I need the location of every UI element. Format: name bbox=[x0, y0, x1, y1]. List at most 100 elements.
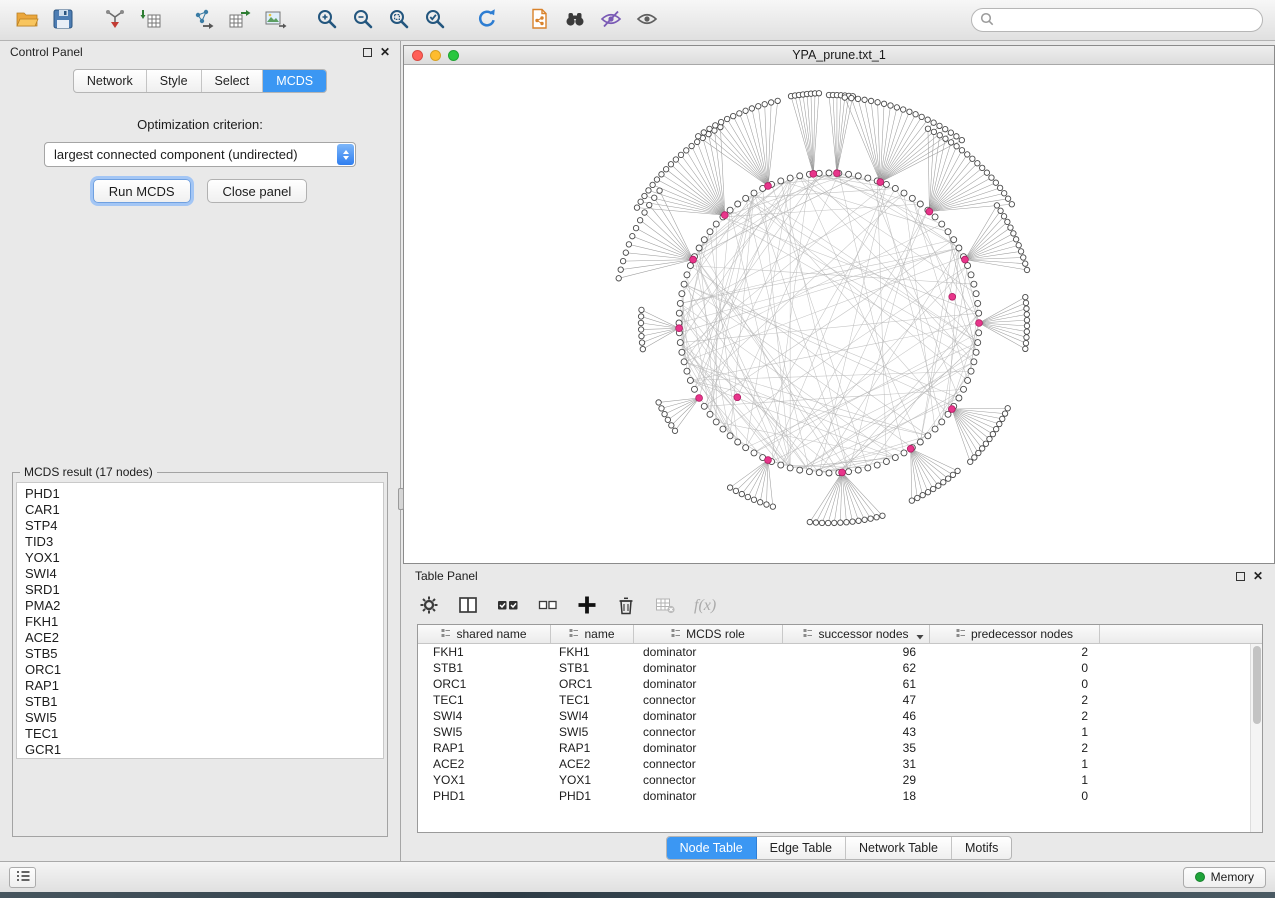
table-toolbar: f(x) bbox=[403, 588, 1275, 624]
table-cell: 0 bbox=[930, 789, 1100, 803]
refresh-view-button[interactable] bbox=[472, 5, 502, 35]
result-item[interactable]: STB5 bbox=[25, 646, 383, 662]
save-session-button[interactable] bbox=[48, 5, 78, 35]
function-builder-button[interactable]: f(x) bbox=[694, 597, 716, 615]
optimization-criterion-dropdown[interactable]: largest connected component (undirected) bbox=[44, 142, 356, 167]
delete-entry-button[interactable] bbox=[616, 595, 636, 618]
result-item[interactable]: GCR1 bbox=[25, 742, 383, 758]
table-cell: SWI4 bbox=[551, 709, 634, 723]
float-table-panel-icon[interactable] bbox=[1236, 572, 1245, 581]
result-item[interactable]: TID3 bbox=[25, 534, 383, 550]
tab-edge-table[interactable]: Edge Table bbox=[757, 837, 846, 859]
table-cell: 1 bbox=[930, 773, 1100, 787]
tab-mcds[interactable]: MCDS bbox=[263, 70, 326, 92]
import-network-button[interactable] bbox=[100, 5, 130, 35]
show-graphics-details-button[interactable] bbox=[632, 5, 662, 35]
table-panel: Table Panel ✕ f(x) bbox=[403, 564, 1275, 861]
panel-splitter-handle[interactable] bbox=[398, 488, 404, 510]
deselect-all-button[interactable] bbox=[538, 595, 558, 618]
result-item[interactable]: RAP1 bbox=[25, 678, 383, 694]
tab-network-table[interactable]: Network Table bbox=[846, 837, 952, 859]
result-item[interactable]: STP4 bbox=[25, 518, 383, 534]
table-cell: SWI4 bbox=[418, 709, 551, 723]
table-row[interactable]: TEC1TEC1connector472 bbox=[418, 692, 1250, 708]
show-panels-button[interactable] bbox=[9, 867, 36, 888]
network-document-button[interactable] bbox=[524, 5, 554, 35]
table-cell: connector bbox=[634, 773, 783, 787]
table-cell: TEC1 bbox=[551, 693, 634, 707]
run-mcds-button[interactable]: Run MCDS bbox=[93, 179, 191, 203]
tab-node-table[interactable]: Node Table bbox=[667, 837, 757, 859]
table-cell: RAP1 bbox=[418, 741, 551, 755]
network-window-titlebar: YPA_prune.txt_1 bbox=[404, 46, 1274, 65]
table-row[interactable]: RAP1RAP1dominator352 bbox=[418, 740, 1250, 756]
table-cell: 18 bbox=[783, 789, 930, 803]
table-row[interactable]: FKH1FKH1dominator962 bbox=[418, 644, 1250, 660]
result-item[interactable]: SRD1 bbox=[25, 582, 383, 598]
result-item[interactable]: SWI5 bbox=[25, 710, 383, 726]
zoom-selected-button[interactable] bbox=[420, 5, 450, 35]
result-item[interactable]: PMA2 bbox=[25, 598, 383, 614]
table-row[interactable]: SWI5SWI5connector431 bbox=[418, 724, 1250, 740]
tab-select[interactable]: Select bbox=[202, 70, 264, 92]
zoom-out-icon bbox=[351, 7, 375, 34]
table-row[interactable]: PHD1PHD1dominator180 bbox=[418, 788, 1250, 804]
result-item[interactable]: TEC1 bbox=[25, 726, 383, 742]
export-network-button[interactable] bbox=[188, 5, 218, 35]
table-scrollbar[interactable] bbox=[1250, 644, 1262, 832]
result-item[interactable]: FKH1 bbox=[25, 614, 383, 630]
result-item[interactable]: ACE2 bbox=[25, 630, 383, 646]
float-panel-icon[interactable] bbox=[363, 48, 372, 57]
memory-button[interactable]: Memory bbox=[1183, 867, 1266, 888]
table-cell: connector bbox=[634, 725, 783, 739]
table-row[interactable]: YOX1YOX1connector291 bbox=[418, 772, 1250, 788]
close-table-panel-icon[interactable]: ✕ bbox=[1253, 570, 1263, 582]
result-item[interactable]: YOX1 bbox=[25, 550, 383, 566]
table-row[interactable]: ORC1ORC1dominator610 bbox=[418, 676, 1250, 692]
search-box[interactable] bbox=[971, 8, 1263, 32]
table-row[interactable]: ACE2ACE2connector311 bbox=[418, 756, 1250, 772]
add-entry-button[interactable] bbox=[577, 595, 597, 618]
tab-network[interactable]: Network bbox=[74, 70, 147, 92]
clear-table-button[interactable] bbox=[655, 595, 675, 618]
result-item[interactable]: CAR1 bbox=[25, 502, 383, 518]
table-scrollbar-thumb[interactable] bbox=[1253, 646, 1261, 724]
column-header-shared-name[interactable]: shared name bbox=[418, 625, 551, 643]
tab-style[interactable]: Style bbox=[147, 70, 202, 92]
close-panel-button[interactable]: Close panel bbox=[207, 179, 308, 203]
result-item[interactable]: SWI4 bbox=[25, 566, 383, 582]
result-item[interactable]: STB1 bbox=[25, 694, 383, 710]
table-cell: connector bbox=[634, 693, 783, 707]
column-layout-button[interactable] bbox=[458, 595, 478, 618]
zoom-fit-button[interactable] bbox=[384, 5, 414, 35]
tab-motifs[interactable]: Motifs bbox=[952, 837, 1011, 859]
sort-icon bbox=[803, 627, 813, 641]
chevron-down-icon[interactable] bbox=[915, 630, 925, 644]
column-header-predecessor-nodes[interactable]: predecessor nodes bbox=[930, 625, 1100, 643]
clear-table-icon bbox=[655, 595, 675, 618]
zoom-in-button[interactable] bbox=[312, 5, 342, 35]
zoom-out-button[interactable] bbox=[348, 5, 378, 35]
column-header-filler bbox=[1100, 625, 1262, 643]
column-header-name[interactable]: name bbox=[551, 625, 634, 643]
result-item[interactable]: ORC1 bbox=[25, 662, 383, 678]
search-input[interactable] bbox=[999, 13, 1254, 27]
column-header-mcds-role[interactable]: MCDS role bbox=[634, 625, 783, 643]
export-image-button[interactable] bbox=[260, 5, 290, 35]
open-file-button[interactable] bbox=[12, 5, 42, 35]
table-settings-button[interactable] bbox=[419, 595, 439, 618]
close-panel-icon[interactable]: ✕ bbox=[380, 46, 390, 58]
select-all-button[interactable] bbox=[497, 595, 519, 618]
network-canvas[interactable] bbox=[404, 65, 1274, 563]
export-table-button[interactable] bbox=[224, 5, 254, 35]
import-table-button[interactable] bbox=[136, 5, 166, 35]
hide-graphics-details-button[interactable] bbox=[596, 5, 626, 35]
table-row[interactable]: SWI4SWI4dominator462 bbox=[418, 708, 1250, 724]
table-row[interactable]: STB1STB1dominator620 bbox=[418, 660, 1250, 676]
result-item[interactable]: PHD1 bbox=[25, 486, 383, 502]
column-header-successor-nodes[interactable]: successor nodes bbox=[783, 625, 930, 643]
search-network-button[interactable] bbox=[560, 5, 590, 35]
memory-label: Memory bbox=[1211, 870, 1254, 884]
mcds-result-list[interactable]: PHD1CAR1STP4TID3YOX1SWI4SRD1PMA2FKH1ACE2… bbox=[16, 482, 384, 759]
node-table-header: shared name name MCDS role successo bbox=[418, 625, 1262, 644]
